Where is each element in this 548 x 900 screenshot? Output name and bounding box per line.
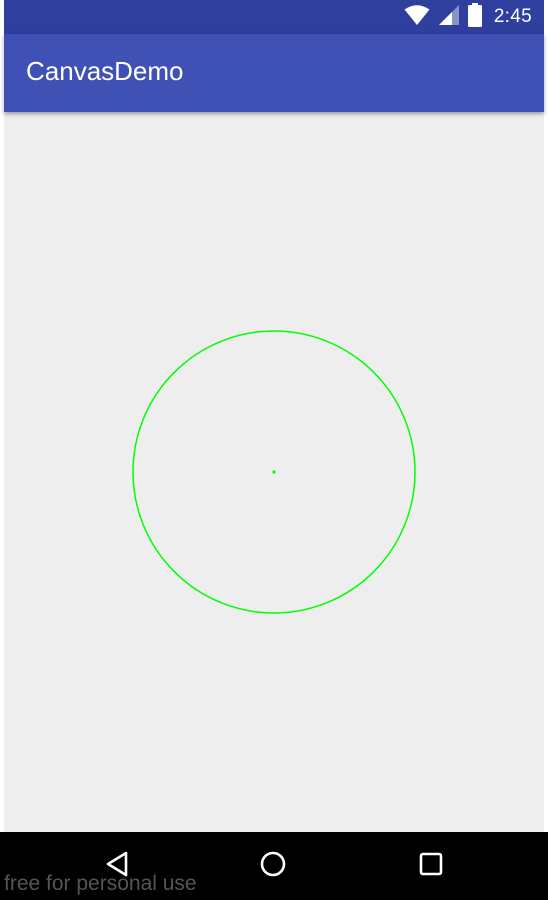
device-screen: 2:45 CanvasDemo free for personal use xyxy=(0,0,548,900)
watermark-text: free for personal use xyxy=(4,872,197,895)
app-bar: CanvasDemo xyxy=(4,34,544,112)
status-time: 2:45 xyxy=(493,6,532,27)
frame-right-edge xyxy=(544,0,548,832)
status-icons: 2:45 xyxy=(404,0,532,34)
canvas-drawing xyxy=(132,330,416,614)
cell-signal-icon xyxy=(438,4,460,31)
canvas-view[interactable] xyxy=(4,112,544,832)
status-bar: 2:45 xyxy=(4,0,544,34)
home-icon xyxy=(259,850,287,883)
wifi-icon xyxy=(404,4,430,31)
app-title: CanvasDemo xyxy=(26,56,184,86)
recents-button[interactable] xyxy=(411,846,451,886)
home-button[interactable] xyxy=(253,846,293,886)
battery-icon xyxy=(467,2,482,32)
recents-icon xyxy=(417,850,445,883)
center-dot xyxy=(272,470,276,474)
